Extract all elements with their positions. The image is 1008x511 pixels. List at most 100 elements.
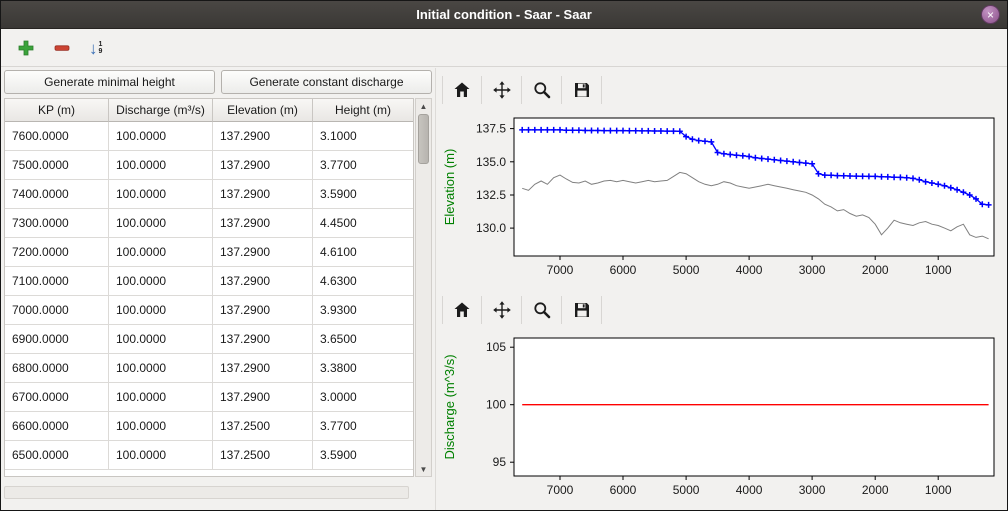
close-icon: × (987, 8, 994, 22)
scroll-down-button[interactable]: ▼ (416, 462, 431, 476)
home-icon (452, 80, 472, 100)
table-cell[interactable]: 7300.0000 (5, 209, 109, 238)
table-cell[interactable]: 100.0000 (109, 122, 213, 151)
discharge-chart[interactable]: 700060005000400030002000100095100105Disc… (438, 330, 1004, 506)
vertical-scrollbar[interactable]: ▲ ▼ (415, 98, 432, 477)
table-cell[interactable]: 4.4500 (313, 209, 413, 238)
table-cell[interactable]: 100.0000 (109, 441, 213, 470)
add-row-button[interactable] (17, 39, 35, 57)
svg-text:3000: 3000 (799, 483, 826, 497)
zoom-button[interactable] (522, 76, 562, 104)
table-cell[interactable]: 137.2900 (213, 296, 313, 325)
table-cell[interactable]: 6800.0000 (5, 354, 109, 383)
svg-text:7000: 7000 (547, 263, 574, 277)
elevation-chart[interactable]: 7000600050004000300020001000130.0132.513… (438, 110, 1004, 286)
scroll-up-button[interactable]: ▲ (416, 99, 431, 113)
generate-minimal-height-button[interactable]: Generate minimal height (4, 70, 215, 94)
column-header[interactable]: Elevation (m) (213, 99, 313, 122)
table-cell[interactable]: 100.0000 (109, 238, 213, 267)
close-button[interactable]: × (981, 5, 1000, 24)
table-cell[interactable]: 137.2900 (213, 354, 313, 383)
table-row[interactable]: 7000.0000100.0000137.29003.9300 (5, 296, 413, 325)
table-cell[interactable]: 4.6300 (313, 267, 413, 296)
table-cell[interactable]: 100.0000 (109, 383, 213, 412)
svg-text:132.5: 132.5 (476, 188, 506, 202)
table-cell[interactable]: 137.2900 (213, 180, 313, 209)
table-row[interactable]: 7100.0000100.0000137.29004.6300 (5, 267, 413, 296)
table-row[interactable]: 6700.0000100.0000137.29003.0000 (5, 383, 413, 412)
pan-button[interactable] (482, 76, 522, 104)
table-row[interactable]: 7600.0000100.0000137.29003.1000 (5, 122, 413, 151)
svg-text:1000: 1000 (925, 263, 952, 277)
table-cell[interactable]: 4.6100 (313, 238, 413, 267)
zoom-icon (532, 80, 552, 100)
table-cell[interactable]: 100.0000 (109, 354, 213, 383)
table-cell[interactable]: 7600.0000 (5, 122, 109, 151)
column-header[interactable]: KP (m) (5, 99, 109, 122)
table-cell[interactable]: 3.1000 (313, 122, 413, 151)
save-button[interactable] (562, 76, 602, 104)
table-cell[interactable]: 7500.0000 (5, 151, 109, 180)
table-cell[interactable]: 3.9300 (313, 296, 413, 325)
table-cell[interactable]: 137.2900 (213, 209, 313, 238)
save-button[interactable] (562, 296, 602, 324)
table-cell[interactable]: 137.2900 (213, 151, 313, 180)
table-cell[interactable]: 100.0000 (109, 151, 213, 180)
table-cell[interactable]: 3.0000 (313, 383, 413, 412)
table-cell[interactable]: 137.2500 (213, 441, 313, 470)
table-row[interactable]: 7200.0000100.0000137.29004.6100 (5, 238, 413, 267)
remove-row-button[interactable] (53, 39, 71, 57)
table-cell[interactable]: 3.5900 (313, 441, 413, 470)
table-cell[interactable]: 7000.0000 (5, 296, 109, 325)
table-row[interactable]: 6800.0000100.0000137.29003.3800 (5, 354, 413, 383)
table-cell[interactable]: 3.3800 (313, 354, 413, 383)
table-cell[interactable]: 100.0000 (109, 180, 213, 209)
sort-digits: 1 9 (99, 41, 103, 55)
table-cell[interactable]: 6500.0000 (5, 441, 109, 470)
horizontal-scrollbar[interactable] (4, 486, 409, 499)
generate-constant-discharge-button[interactable]: Generate constant discharge (221, 70, 432, 94)
table-cell[interactable]: 100.0000 (109, 267, 213, 296)
table-row[interactable]: 7300.0000100.0000137.29004.4500 (5, 209, 413, 238)
table-row[interactable]: 7500.0000100.0000137.29003.7700 (5, 151, 413, 180)
svg-text:5000: 5000 (673, 483, 700, 497)
table-row[interactable]: 6500.0000100.0000137.25003.5900 (5, 441, 413, 470)
table-cell[interactable]: 100.0000 (109, 412, 213, 441)
sort-digit-bottom: 9 (99, 48, 103, 55)
home-button[interactable] (442, 296, 482, 324)
scrollbar-thumb[interactable] (418, 114, 429, 164)
table-cell[interactable]: 3.7700 (313, 412, 413, 441)
zoom-button[interactable] (522, 296, 562, 324)
table-cell[interactable]: 100.0000 (109, 296, 213, 325)
table-cell[interactable]: 6700.0000 (5, 383, 109, 412)
table-row[interactable]: 7400.0000100.0000137.29003.5900 (5, 180, 413, 209)
table-cell[interactable]: 137.2500 (213, 412, 313, 441)
save-icon (572, 300, 592, 320)
column-header[interactable]: Height (m) (313, 99, 413, 122)
titlebar[interactable]: Initial condition - Saar - Saar × (1, 1, 1007, 29)
generate-buttons-row: Generate minimal height Generate constan… (4, 70, 432, 96)
svg-text:6000: 6000 (610, 263, 637, 277)
table-row[interactable]: 6900.0000100.0000137.29003.6500 (5, 325, 413, 354)
table-cell[interactable]: 100.0000 (109, 325, 213, 354)
table-cell[interactable]: 3.7700 (313, 151, 413, 180)
table-cell[interactable]: 7100.0000 (5, 267, 109, 296)
table-cell[interactable]: 3.5900 (313, 180, 413, 209)
column-header[interactable]: Discharge (m³/s) (109, 99, 213, 122)
home-button[interactable] (442, 76, 482, 104)
table-cell[interactable]: 137.2900 (213, 122, 313, 151)
table-cell[interactable]: 100.0000 (109, 209, 213, 238)
svg-text:1000: 1000 (925, 483, 952, 497)
table-cell[interactable]: 137.2900 (213, 267, 313, 296)
table-cell[interactable]: 3.6500 (313, 325, 413, 354)
table-cell[interactable]: 137.2900 (213, 325, 313, 354)
pan-button[interactable] (482, 296, 522, 324)
table-cell[interactable]: 6900.0000 (5, 325, 109, 354)
table-row[interactable]: 6600.0000100.0000137.25003.7700 (5, 412, 413, 441)
table-cell[interactable]: 137.2900 (213, 383, 313, 412)
table-cell[interactable]: 7200.0000 (5, 238, 109, 267)
table-cell[interactable]: 6600.0000 (5, 412, 109, 441)
table-cell[interactable]: 137.2900 (213, 238, 313, 267)
sort-button[interactable]: ↓ 1 9 (89, 40, 102, 57)
table-cell[interactable]: 7400.0000 (5, 180, 109, 209)
